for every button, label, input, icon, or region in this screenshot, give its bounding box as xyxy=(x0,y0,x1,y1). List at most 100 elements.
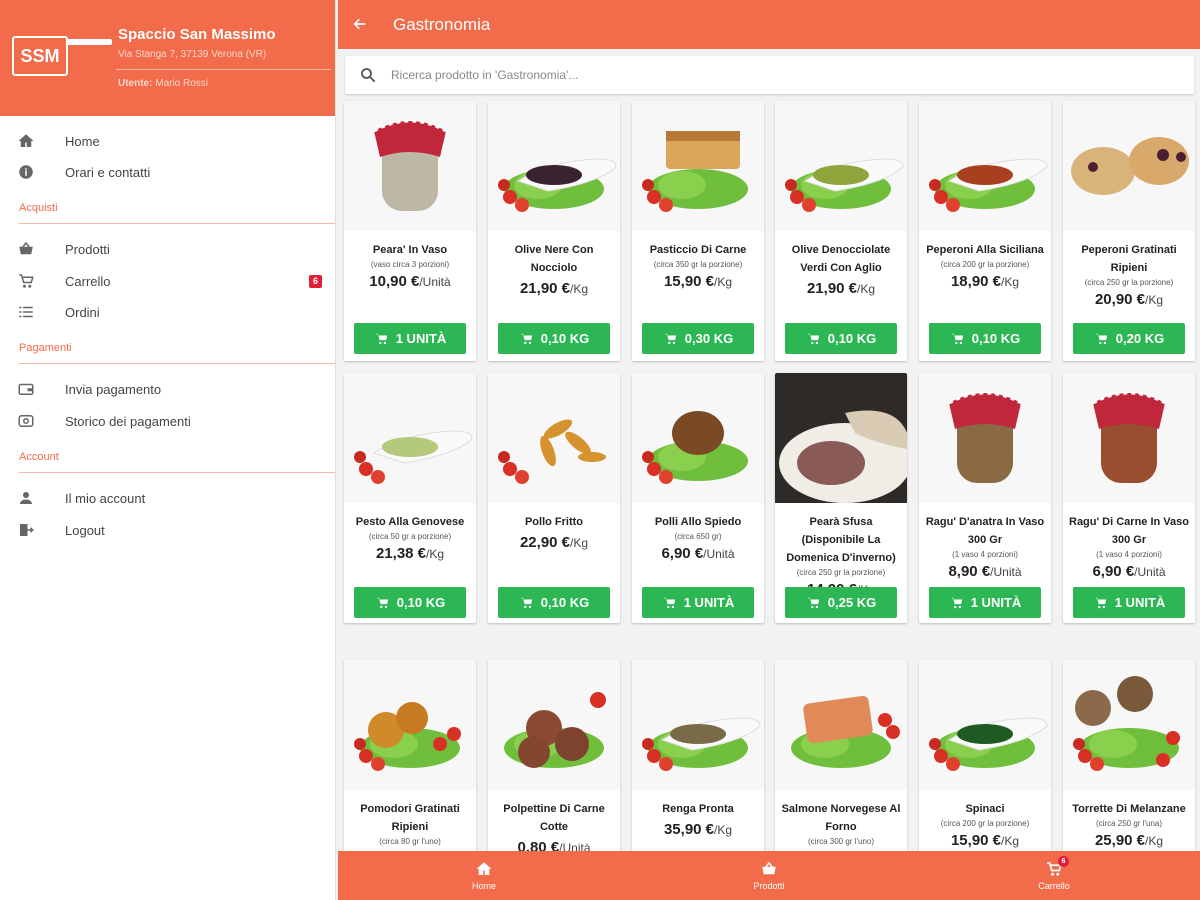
sidebar-item-home[interactable]: Home xyxy=(0,126,336,156)
add-to-cart-button[interactable]: 1 UNITÀ xyxy=(929,587,1041,618)
product-name: Peara' In Vaso xyxy=(372,244,448,256)
cart-icon xyxy=(17,272,35,290)
product-image[interactable] xyxy=(919,101,1051,231)
price-value: 8,90 € xyxy=(948,563,991,580)
store-name: Spaccio San Massimo xyxy=(118,26,276,43)
add-to-cart-button[interactable]: 1 UNITÀ xyxy=(354,323,466,354)
product-price: 6,90 €/Unità xyxy=(632,545,764,562)
product-card[interactable]: Polpettine Di Carne Cotte 0,80 €/Unità xyxy=(488,660,620,851)
product-card[interactable]: Peperoni Alla Siciliana (circa 200 gr la … xyxy=(919,101,1051,361)
product-image[interactable] xyxy=(632,101,764,231)
product-image[interactable] xyxy=(1063,660,1195,790)
search-icon xyxy=(359,66,377,84)
price-value: 35,90 € xyxy=(663,821,715,838)
sidebar-item-label: Orari e contatti xyxy=(65,164,151,180)
add-to-cart-button[interactable]: 0,20 KG xyxy=(1073,323,1185,354)
product-image[interactable] xyxy=(1063,101,1195,231)
product-name: Olive Denocciolate Verdi Con Aglio xyxy=(791,244,891,274)
sidebar-item-storico-pagamenti[interactable]: Storico dei pagamenti xyxy=(0,406,336,436)
add-to-cart-label: 0,10 KG xyxy=(396,595,446,610)
section-title-pagamenti: Pagamenti xyxy=(19,342,72,354)
product-image[interactable] xyxy=(919,373,1051,503)
bottom-nav-carrello[interactable]: 6 Carrello xyxy=(994,851,1114,900)
product-card[interactable]: Pasticcio Di Carne (circa 350 gr la porzi… xyxy=(632,101,764,361)
sidebar-item-orari[interactable]: Orari e contatti xyxy=(0,157,336,187)
add-to-cart-button[interactable]: 0,10 KG xyxy=(354,587,466,618)
add-to-cart-button[interactable]: 1 UNITÀ xyxy=(1073,587,1185,618)
product-card[interactable]: Olive Denocciolate Verdi Con Aglio 21,90 … xyxy=(775,101,907,361)
search-input[interactable] xyxy=(391,64,1171,86)
price-value: 15,90 € xyxy=(950,832,1002,849)
product-card[interactable]: Olive Nere Con Nocciolo 21,90 €/Kg 0,10 KG xyxy=(488,101,620,361)
product-image[interactable] xyxy=(1063,373,1195,503)
add-to-cart-button[interactable]: 0,30 KG xyxy=(642,323,754,354)
product-card[interactable]: Spinaci (circa 200 gr la porzione) 15,90 €… xyxy=(919,660,1051,851)
product-price: 6,90 €/Unità xyxy=(1063,563,1195,580)
product-image[interactable] xyxy=(488,660,620,790)
add-to-cart-button[interactable]: 0,10 KG xyxy=(498,323,610,354)
product-image[interactable] xyxy=(488,101,620,231)
sidebar-item-carrello[interactable]: Carrello 6 xyxy=(0,266,336,296)
product-image[interactable] xyxy=(775,101,907,231)
sidebar-item-logout[interactable]: Logout xyxy=(0,515,336,545)
cart-icon xyxy=(520,597,533,608)
price-value: 6,90 € xyxy=(1092,563,1135,580)
sidebar-item-label: Logout xyxy=(65,522,105,538)
bottom-nav-prodotti[interactable]: Prodotti xyxy=(709,851,829,900)
product-image[interactable] xyxy=(344,373,476,503)
cart-icon xyxy=(664,333,677,344)
price-value: 22,90 € xyxy=(519,534,571,551)
list-icon xyxy=(17,303,35,321)
product-card[interactable]: Pesto Alla Genovese (circa 50 gr a porzio… xyxy=(344,373,476,623)
product-card[interactable]: Ragu' D'anatra In Vaso 300 Gr (1 vaso 4 p… xyxy=(919,373,1051,623)
product-card[interactable]: Ragu' Di Carne In Vaso 300 Gr (1 vaso 4 p… xyxy=(1063,373,1195,623)
bottom-nav-home[interactable]: Home xyxy=(424,851,544,900)
sidebar-item-prodotti[interactable]: Prodotti xyxy=(0,234,336,264)
product-card[interactable]: Peara' In Vaso (vaso circa 3 porzioni) 10,… xyxy=(344,101,476,361)
product-image[interactable] xyxy=(919,660,1051,790)
back-arrow-icon[interactable] xyxy=(348,11,372,37)
product-card[interactable]: Pearà Sfusa (Disponibile La Domenica D'i… xyxy=(775,373,907,623)
product-card[interactable]: Pomodori Gratinati Ripieni (circa 80 gr l… xyxy=(344,660,476,851)
product-image[interactable] xyxy=(632,373,764,503)
section-title-acquisti: Acquisti xyxy=(19,202,58,214)
search-bar xyxy=(345,56,1194,94)
sidebar-item-ordini[interactable]: Ordini xyxy=(0,297,336,327)
product-image[interactable] xyxy=(775,660,907,790)
wallet-icon xyxy=(17,380,35,398)
cart-icon xyxy=(376,597,389,608)
product-card[interactable]: Peperoni Gratinati Ripieni (circa 250 gr … xyxy=(1063,101,1195,361)
product-name: Olive Nere Con Nocciolo xyxy=(514,244,594,274)
product-card[interactable]: Polli Allo Spiedo (circa 650 gr) 6,90 €/Un… xyxy=(632,373,764,623)
product-price: 10,90 €/Unità xyxy=(344,273,476,290)
add-to-cart-button[interactable]: 0,10 KG xyxy=(929,323,1041,354)
product-image[interactable] xyxy=(344,101,476,231)
product-image[interactable] xyxy=(344,660,476,790)
add-to-cart-button[interactable]: 0,10 KG xyxy=(785,323,897,354)
section-title-account: Account xyxy=(19,451,59,463)
product-card[interactable]: Pollo Fritto 22,90 €/Kg 0,10 KG xyxy=(488,373,620,623)
home-icon xyxy=(17,132,35,150)
section-divider xyxy=(19,472,335,473)
product-image[interactable] xyxy=(488,373,620,503)
price-unit: /Kg xyxy=(426,547,445,561)
add-to-cart-label: 0,10 KG xyxy=(971,331,1021,346)
add-to-cart-button[interactable]: 0,10 KG xyxy=(498,587,610,618)
add-to-cart-button[interactable]: 0,25 KG xyxy=(785,587,897,618)
sidebar-item-account[interactable]: Il mio account xyxy=(0,483,336,513)
sidebar-item-label: Il mio account xyxy=(65,490,146,506)
product-image[interactable] xyxy=(775,373,907,503)
cart-icon xyxy=(807,333,820,344)
sidebar-item-invia-pagamento[interactable]: Invia pagamento xyxy=(0,374,336,404)
product-image[interactable] xyxy=(632,660,764,790)
product-card[interactable]: Salmone Norvegese Al Forno (circa 300 gr … xyxy=(775,660,907,851)
product-card[interactable]: Torrette Di Melanzane (circa 250 gr l'una… xyxy=(1063,660,1195,851)
cart-icon xyxy=(520,333,533,344)
person-icon xyxy=(17,489,35,507)
payment-history-icon xyxy=(17,412,35,430)
add-to-cart-button[interactable]: 1 UNITÀ xyxy=(642,587,754,618)
price-value: 6,90 € xyxy=(661,545,704,562)
product-price: 0,80 €/Unità xyxy=(488,839,620,851)
sidebar-item-label: Carrello xyxy=(65,273,111,289)
product-card[interactable]: Renga Pronta 35,90 €/Kg xyxy=(632,660,764,851)
